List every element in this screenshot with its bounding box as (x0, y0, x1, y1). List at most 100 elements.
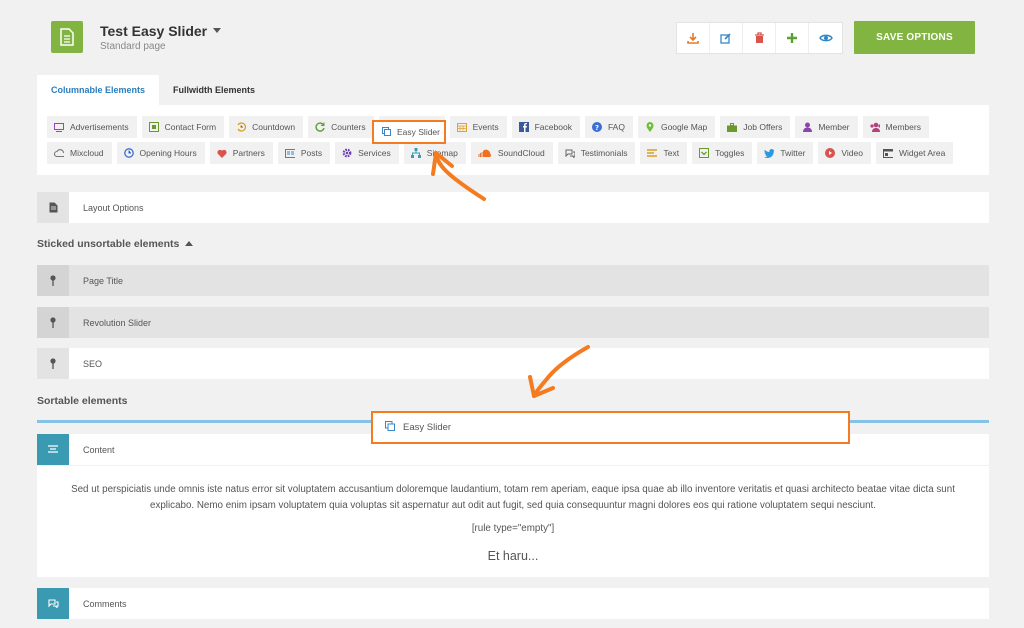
pin-icon (37, 307, 69, 338)
element-facebook[interactable]: Facebook (511, 116, 580, 138)
cloud-icon (54, 148, 64, 158)
eye-icon[interactable] (809, 23, 842, 53)
element-widget-area[interactable]: Widget Area (876, 142, 954, 164)
sticked-item-label: Page Title (83, 275, 124, 286)
comments-icon (37, 588, 69, 619)
elements-row-1: Advertisements Contact Form Countdown Co… (47, 116, 929, 138)
dragged-element-easy-slider[interactable]: Easy Slider (372, 120, 446, 144)
user-icon (802, 122, 812, 132)
element-twitter[interactable]: Twitter (757, 142, 814, 164)
element-partners[interactable]: Partners (209, 142, 273, 164)
content-more-text: Et haru... (487, 549, 539, 563)
element-google-map[interactable]: Google Map (637, 116, 716, 138)
element-label: FAQ (607, 122, 625, 132)
element-label: SoundCloud (497, 148, 545, 158)
elements-panel: Advertisements Contact Form Countdown Co… (37, 105, 989, 175)
element-label: Advertisements (70, 122, 129, 132)
monitor-icon (54, 122, 64, 132)
svg-text:?: ? (595, 124, 599, 132)
element-members[interactable]: Members (862, 116, 929, 138)
element-soundcloud[interactable]: SoundCloud (470, 142, 553, 164)
element-label: Opening Hours (139, 148, 197, 158)
element-label: Services (358, 148, 391, 158)
element-label: Widget Area (899, 148, 946, 158)
copy-icon (382, 126, 391, 138)
heart-icon (217, 148, 227, 158)
sticked-item-revolution-slider[interactable]: Revolution Slider (37, 307, 989, 338)
element-label: Toggles (715, 148, 745, 158)
widget-icon (883, 148, 893, 158)
page-title-text: Test Easy Slider (100, 23, 208, 39)
element-member[interactable]: Member (795, 116, 858, 138)
element-services[interactable]: Services (335, 142, 399, 164)
text-icon (647, 148, 658, 158)
comments-icon (565, 148, 575, 158)
refresh-icon (315, 122, 325, 132)
tab-fullwidth-elements[interactable]: Fullwidth Elements (159, 75, 269, 105)
chevron-up-icon[interactable] (185, 240, 194, 246)
page-title[interactable]: Test Easy Slider (100, 23, 222, 39)
page-document-icon (51, 21, 83, 53)
page-subtitle: Standard page (100, 41, 166, 52)
element-contact-form[interactable]: Contact Form (141, 116, 225, 138)
elements-row-2: Mixcloud Opening Hours Partners Posts Se… (47, 142, 954, 164)
element-label: Google Map (660, 122, 708, 132)
page-toolbar (676, 22, 843, 54)
sticked-heading-text: Sticked unsortable elements (37, 238, 180, 250)
form-icon (148, 122, 159, 132)
content-paragraph: Sed ut perspiciatis unde omnis iste natu… (71, 484, 955, 511)
element-mixcloud[interactable]: Mixcloud (47, 142, 112, 164)
element-label: Sitemap (426, 148, 458, 158)
element-label: Video (841, 148, 863, 158)
soundcloud-icon (478, 148, 492, 158)
element-countdown[interactable]: Countdown (229, 116, 304, 138)
copy-icon (385, 421, 395, 434)
element-video[interactable]: Video (818, 142, 871, 164)
sticked-item-seo[interactable]: SEO (37, 348, 989, 379)
element-advertisements[interactable]: Advertisements (47, 116, 137, 138)
twitter-icon (764, 148, 775, 158)
element-testimonials[interactable]: Testimonials (557, 142, 636, 164)
pin-icon (37, 265, 69, 296)
element-posts[interactable]: Posts (277, 142, 331, 164)
element-events[interactable]: Events (449, 116, 507, 138)
element-label: Text (663, 148, 680, 158)
tab-columnable-elements[interactable]: Columnable Elements (37, 75, 160, 105)
chevron-down-icon[interactable] (213, 27, 222, 33)
element-label: Members (885, 122, 921, 132)
element-job-offers[interactable]: Job Offers (720, 116, 791, 138)
sitemap-icon (410, 148, 421, 158)
element-counters[interactable]: Counters (308, 116, 374, 138)
trash-icon[interactable] (743, 23, 776, 53)
gear-icon (342, 148, 352, 158)
element-faq[interactable]: ? FAQ (584, 116, 633, 138)
download-icon[interactable] (677, 23, 710, 53)
sticked-item-label: Revolution Slider (83, 317, 152, 328)
element-label: Posts (300, 148, 323, 158)
sticked-item-page-title[interactable]: Page Title (37, 265, 989, 296)
layout-options-bar[interactable]: Layout Options (37, 192, 989, 223)
users-icon (869, 122, 880, 132)
save-options-button[interactable]: SAVE OPTIONS (854, 21, 975, 54)
map-pin-icon (645, 122, 655, 132)
element-opening-hours[interactable]: Opening Hours (116, 142, 205, 164)
element-label: Testimonials (580, 148, 628, 158)
element-sitemap[interactable]: Sitemap (403, 142, 466, 164)
sortable-heading: Sortable elements (37, 395, 128, 407)
dragged-element-label: Easy Slider (397, 127, 440, 137)
drop-placeholder-easy-slider[interactable]: Easy Slider (371, 411, 850, 444)
question-icon: ? (591, 122, 602, 132)
edit-icon[interactable] (710, 23, 743, 53)
sticked-heading[interactable]: Sticked unsortable elements (37, 238, 194, 250)
element-tabs: Columnable Elements Fullwidth Elements (37, 75, 269, 105)
element-toggles[interactable]: Toggles (692, 142, 753, 164)
layout-options-label: Layout Options (83, 202, 144, 213)
element-label: Events (472, 122, 499, 132)
sortable-item-comments[interactable]: Comments (37, 588, 989, 619)
element-label: Facebook (534, 122, 572, 132)
document-icon (37, 192, 69, 223)
pin-icon (37, 348, 69, 379)
element-label: Countdown (252, 122, 296, 132)
plus-icon[interactable] (776, 23, 809, 53)
element-text[interactable]: Text (640, 142, 688, 164)
